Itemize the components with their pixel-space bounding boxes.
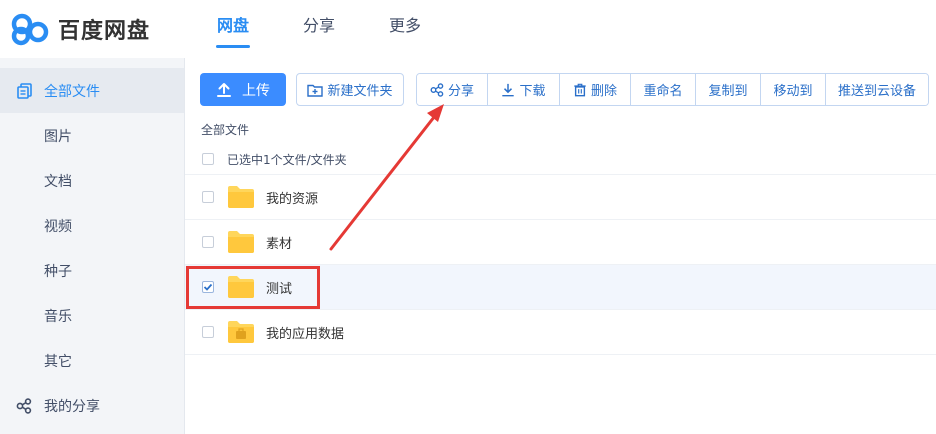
sidebar: 全部文件 图片 文档 视频 种子 音乐 其它 我的分享 [0, 58, 185, 434]
folder-icon [228, 186, 254, 208]
share-icon [16, 397, 32, 414]
rename-button[interactable]: 重命名 [630, 74, 695, 105]
trash-icon [573, 83, 587, 97]
share-icon [430, 82, 444, 97]
app-logo[interactable]: 百度网盘 [10, 12, 150, 46]
move-to-button[interactable]: 移动到 [760, 74, 825, 105]
share-label: 分享 [447, 84, 474, 99]
copy-to-button[interactable]: 复制到 [695, 74, 760, 105]
push-to-cloud-device-button[interactable]: 推送到云设备 [825, 74, 928, 105]
upload-icon [216, 82, 232, 98]
row-checkbox[interactable] [202, 191, 214, 203]
nav-tab-more[interactable]: 更多 [362, 0, 448, 58]
breadcrumb[interactable]: 全部文件 [201, 121, 249, 138]
table-row[interactable]: 我的资源 [185, 175, 936, 220]
app-title: 百度网盘 [58, 19, 151, 44]
row-checkbox[interactable] [202, 326, 214, 338]
nav-tab-share[interactable]: 分享 [276, 0, 362, 58]
sidebar-item-documents[interactable]: 文档 [0, 158, 184, 203]
list-header-row: 已选中1个文件/文件夹 [185, 144, 936, 175]
share-button[interactable]: 分享 [417, 74, 487, 105]
sidebar-item-label: 种子 [44, 263, 72, 280]
sidebar-item-label: 音乐 [44, 308, 72, 325]
select-all-checkbox[interactable] [202, 153, 214, 165]
checkmark-icon [203, 283, 213, 291]
download-button[interactable]: 下载 [487, 74, 559, 105]
sidebar-item-other[interactable]: 其它 [0, 338, 184, 383]
file-action-toolbar: 分享 下载 删除 重命名 复制到 移动到 推送到云设备 [416, 73, 929, 106]
sidebar-item-videos[interactable]: 视频 [0, 203, 184, 248]
top-header: 百度网盘 网盘 分享 更多 [0, 0, 936, 58]
baidu-cloud-logo-icon [11, 13, 49, 46]
upload-button[interactable]: 上传 [200, 73, 286, 106]
sidebar-item-label: 文档 [44, 173, 72, 190]
sidebar-item-music[interactable]: 音乐 [0, 293, 184, 338]
file-name[interactable]: 素材 [266, 233, 292, 252]
sidebar-item-label: 我的分享 [44, 398, 100, 415]
delete-button[interactable]: 删除 [559, 74, 630, 105]
table-row[interactable]: 我的应用数据 [185, 310, 936, 355]
selection-count: 已选中1个文件/文件夹 [227, 152, 347, 167]
upload-label: 上传 [242, 82, 270, 99]
folder-icon [228, 276, 254, 298]
download-icon [501, 83, 515, 97]
row-checkbox-checked[interactable] [202, 281, 214, 293]
table-row-selected[interactable]: 测试 [185, 265, 936, 310]
sidebar-item-all-files[interactable]: 全部文件 [0, 68, 184, 113]
sidebar-item-label: 视频 [44, 218, 72, 235]
sidebar-item-torrents[interactable]: 种子 [0, 248, 184, 293]
top-nav: 网盘 分享 更多 [190, 0, 448, 58]
row-checkbox[interactable] [202, 236, 214, 248]
sidebar-item-label: 全部文件 [44, 83, 100, 100]
new-folder-button[interactable]: 新建文件夹 [296, 73, 404, 106]
file-list: 已选中1个文件/文件夹 我的资源 素材 测试 我的应用数据 [185, 144, 936, 355]
sidebar-item-label: 其它 [44, 353, 72, 370]
new-folder-icon [307, 83, 324, 97]
app-data-folder-icon [228, 321, 254, 343]
delete-label: 删除 [590, 84, 617, 99]
sidebar-item-images[interactable]: 图片 [0, 113, 184, 158]
file-name[interactable]: 测试 [266, 278, 292, 297]
file-name[interactable]: 我的应用数据 [266, 323, 344, 342]
folder-icon [228, 231, 254, 253]
files-icon [16, 82, 32, 99]
nav-tab-disk[interactable]: 网盘 [190, 0, 276, 58]
sidebar-item-my-shares[interactable]: 我的分享 [0, 383, 184, 428]
file-name[interactable]: 我的资源 [266, 188, 318, 207]
sidebar-item-label: 图片 [44, 128, 72, 145]
download-label: 下载 [519, 84, 546, 99]
main-panel: 上传 新建文件夹 分享 下载 删除 重命名 复制到 移动到 推送到云设备 全部文… [185, 58, 936, 434]
new-folder-label: 新建文件夹 [327, 84, 393, 99]
table-row[interactable]: 素材 [185, 220, 936, 265]
